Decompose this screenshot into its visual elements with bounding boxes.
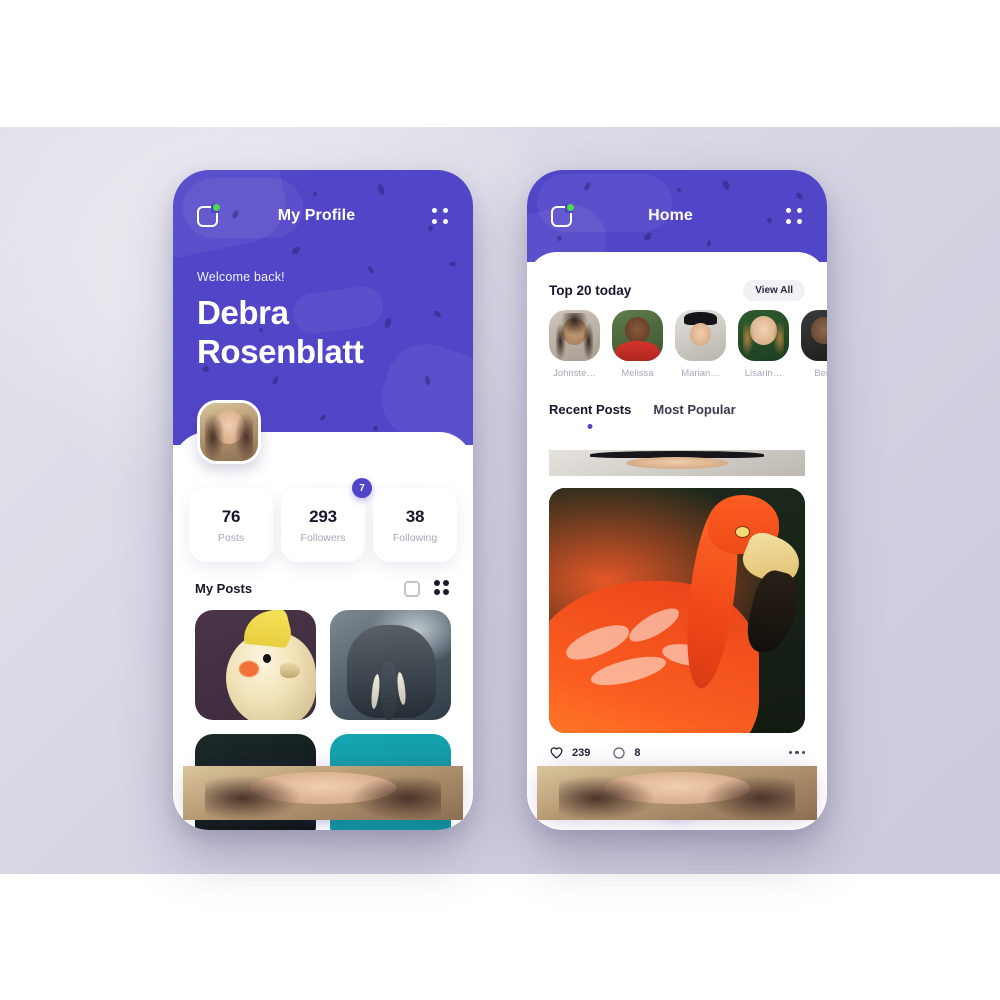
profile-avatar[interactable] (197, 400, 261, 464)
post-image-flamingo[interactable] (549, 488, 805, 733)
nav-profile-button[interactable] (183, 766, 463, 820)
hero-speck (373, 426, 378, 431)
stat-label: Posts (217, 531, 245, 544)
like-count: 239 (572, 746, 591, 759)
story-avatar-johnste (549, 310, 600, 361)
post-author-row: Mariana Lopez 38 min ago (549, 450, 805, 476)
story-item[interactable]: Lisarin… (738, 310, 789, 379)
story-name: Ber… (814, 368, 827, 379)
hero-speck (319, 413, 327, 422)
flamingo-eye-shape (735, 527, 749, 537)
story-name: Melissa (621, 368, 654, 379)
stat-value: 38 (405, 506, 425, 526)
stat-label: Following (392, 531, 438, 544)
story-item[interactable]: Marian… (675, 310, 726, 379)
story-item[interactable]: Melissa (612, 310, 663, 379)
screenshot-canvas: My Profile Welcome back! Debra Rosenblat… (0, 0, 1000, 1000)
story-name: Marian… (681, 368, 720, 379)
post-author-avatar[interactable] (549, 450, 805, 476)
story-name: Johnste… (553, 368, 596, 379)
welcome-block: Welcome back! Debra Rosenblatt (197, 270, 427, 372)
online-status-dot-icon (213, 203, 220, 211)
profile-avatar-icon (183, 766, 463, 820)
list-view-icon[interactable] (404, 580, 420, 597)
online-status-dot-icon (567, 203, 574, 211)
trunk-shape (380, 660, 397, 720)
bottom-nav-profile: + (183, 766, 463, 820)
followers-badge: 7 (352, 478, 372, 498)
stat-card-following[interactable]: 38 Following (373, 488, 457, 562)
post-thumb-cockatiel[interactable] (195, 610, 316, 720)
bird-beak-shape (279, 662, 301, 679)
story-item[interactable]: Johnste… (549, 310, 600, 379)
stat-label: Followers (300, 531, 346, 544)
like-action[interactable]: 239 (549, 745, 590, 760)
stat-value: 293 (309, 506, 337, 526)
welcome-kicker: Welcome back! (197, 270, 285, 284)
profile-topbar: My Profile (173, 170, 473, 262)
backdrop-glow (0, 127, 1000, 874)
story-avatar-ber (801, 310, 827, 361)
stats-row: 76 Posts 7 293 Followers 38 Following (189, 478, 457, 562)
more-dots-icon[interactable] (788, 750, 805, 755)
story-avatar-lisarin (738, 310, 789, 361)
post-actions-row: 239 8 (549, 745, 805, 760)
tab-recent-posts[interactable]: Recent Posts (549, 402, 631, 429)
story-avatar-melissa (612, 310, 663, 361)
home-topbar: Home (527, 170, 827, 262)
page-title: My Profile (277, 207, 356, 224)
bird-eye-shape (262, 654, 272, 663)
my-posts-title: My Posts (195, 581, 253, 596)
backdrop-band (0, 127, 1000, 874)
top-today-header: Top 20 today View All (549, 280, 805, 301)
grid-dots-menu-icon[interactable] (431, 207, 449, 225)
hero-speck (432, 309, 443, 319)
grid-dots-menu-icon[interactable] (785, 207, 803, 225)
top-today-title: Top 20 today (549, 283, 632, 298)
story-name: Lisarin… (744, 368, 783, 379)
app-logo-icon[interactable] (551, 203, 574, 227)
profile-avatar-icon (537, 766, 817, 820)
user-name: Debra Rosenblatt (197, 294, 364, 370)
comment-count: 8 (634, 746, 641, 759)
nav-profile-button[interactable] (537, 766, 817, 820)
view-all-button[interactable]: View All (743, 280, 805, 301)
comment-action[interactable]: 8 (612, 746, 640, 760)
story-item[interactable]: Ber… (801, 310, 827, 379)
page-title: Home (648, 207, 693, 224)
hero-speck (271, 375, 280, 386)
feed-tabs: Recent Posts Most Popular (549, 402, 805, 429)
phone-mockup-profile: My Profile Welcome back! Debra Rosenblat… (173, 170, 473, 830)
app-logo-icon[interactable] (197, 203, 220, 227)
bird-cheek-shape (238, 660, 260, 678)
stat-card-posts[interactable]: 76 Posts (189, 488, 273, 562)
phone-mockup-home: Home Top 20 today View All Johnste… Meli… (527, 170, 827, 830)
bottom-nav-home: + (537, 766, 817, 820)
stat-value: 76 (221, 506, 241, 526)
avatar-photo (200, 403, 258, 461)
stories-row[interactable]: Johnste… Melissa Marian… Lisarin… Ber… (549, 310, 827, 379)
grid-view-icon[interactable] (434, 580, 451, 597)
hero-speck (449, 262, 456, 266)
post-thumb-elephant[interactable] (330, 610, 451, 720)
tab-most-popular[interactable]: Most Popular (653, 402, 735, 429)
my-posts-header: My Posts (195, 580, 451, 597)
story-avatar-marian (675, 310, 726, 361)
stat-card-followers[interactable]: 7 293 Followers (281, 478, 372, 562)
